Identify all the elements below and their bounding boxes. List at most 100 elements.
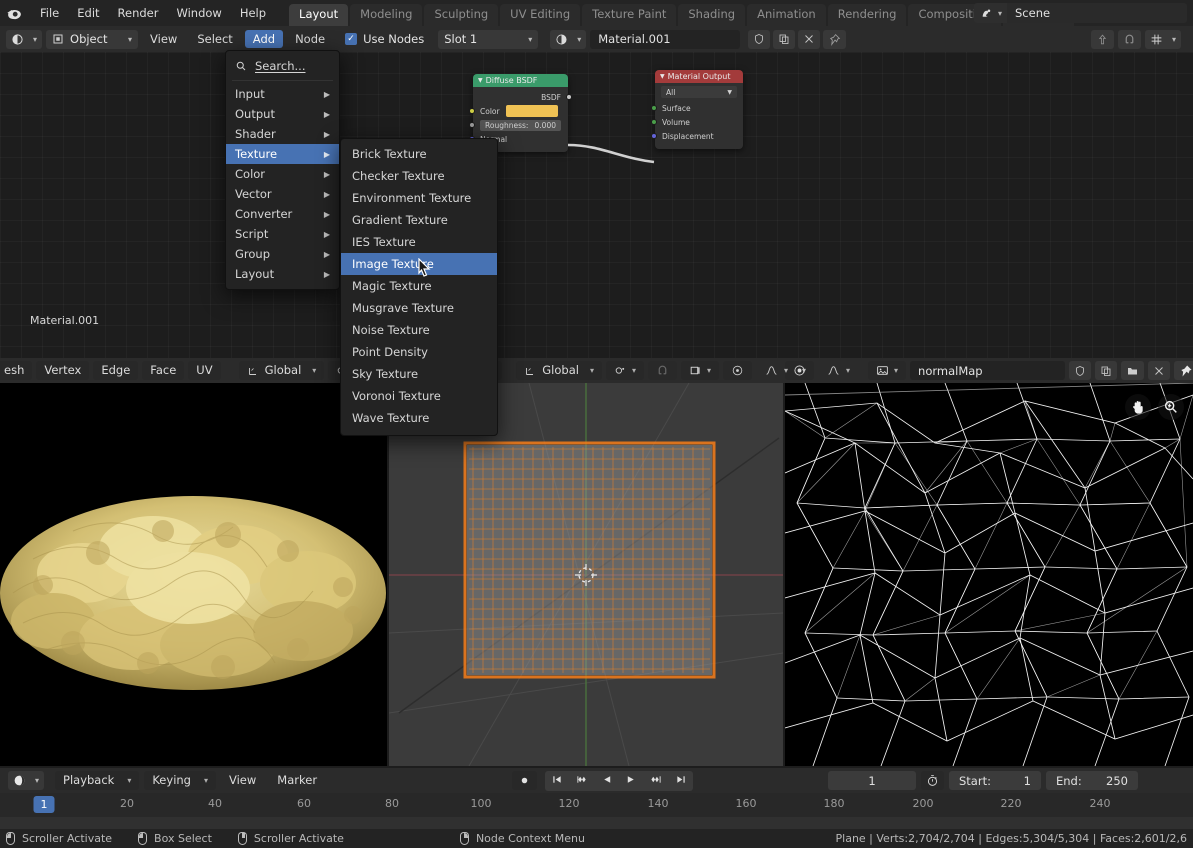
scene-name-field[interactable]: Scene	[1007, 3, 1187, 23]
socket-volume-in[interactable]	[651, 119, 657, 125]
socket-color-in[interactable]	[469, 108, 475, 114]
shader-type-combo[interactable]: Object ▾	[46, 29, 139, 49]
timeline-track-area[interactable]	[0, 817, 1193, 829]
material-browse-button[interactable]: ▾	[550, 29, 587, 49]
tab-shading[interactable]: Shading	[678, 4, 746, 26]
menu-window[interactable]: Window	[167, 4, 230, 22]
snap-grid-icon[interactable]: ▾	[1144, 29, 1181, 49]
submenu-item-gradient-texture[interactable]: Gradient Texture	[341, 209, 497, 231]
submenu-item-sky-texture[interactable]: Sky Texture	[341, 363, 497, 385]
submenu-item-brick-texture[interactable]: Brick Texture	[341, 143, 497, 165]
submenu-item-noise-texture[interactable]: Noise Texture	[341, 319, 497, 341]
add-menu-item-converter[interactable]: Converter ▶	[226, 204, 339, 224]
output-target-dropdown[interactable]: All ▼	[661, 86, 737, 98]
node-header-material-output[interactable]: ▼ Material Output	[655, 70, 743, 83]
timeline-editor-type[interactable]: ▾	[8, 771, 45, 790]
menu-render[interactable]: Render	[109, 4, 168, 22]
vpuv-shading-button[interactable]	[785, 361, 814, 380]
blender-logo-icon[interactable]	[6, 5, 23, 22]
node-input-surface[interactable]: Surface	[651, 101, 743, 115]
vp3d-select-edge[interactable]: Edge	[93, 361, 139, 380]
vpuv-image-browse-button[interactable]: ▾	[868, 361, 907, 380]
stopwatch-icon[interactable]	[921, 771, 944, 790]
roughness-value-field[interactable]: Roughness: 0.000	[480, 119, 561, 131]
vp3d-mode-button[interactable]: esh	[0, 361, 33, 380]
next-keyframe-icon[interactable]	[643, 771, 669, 791]
socket-displacement-in[interactable]	[651, 133, 657, 139]
vp3d-select-face[interactable]: Face	[142, 361, 185, 380]
vpedit-pivot-button[interactable]: ▾	[605, 361, 644, 380]
socket-bsdf-out[interactable]	[566, 94, 572, 100]
add-menu-item-layout[interactable]: Layout ▶	[226, 264, 339, 284]
submenu-item-voronoi-texture[interactable]: Voronoi Texture	[341, 385, 497, 407]
submenu-item-wave-texture[interactable]: Wave Texture	[341, 407, 497, 429]
tab-animation[interactable]: Animation	[747, 4, 826, 26]
start-frame-field[interactable]: Start: 1	[949, 771, 1041, 790]
add-menu-item-color[interactable]: Color ▶	[226, 164, 339, 184]
node-input-displacement[interactable]: Displacement	[651, 129, 743, 143]
edit-mode-viewport[interactable]	[389, 383, 783, 766]
copy-icon[interactable]	[773, 29, 796, 49]
node-menu-view[interactable]: View	[142, 30, 185, 48]
texture-submenu[interactable]: Brick Texture Checker Texture Environmen…	[340, 138, 498, 436]
vpedit-orientation-combo[interactable]: Global ▾	[516, 361, 602, 380]
hand-pan-icon[interactable]	[1125, 394, 1151, 420]
timeline-menu-keying[interactable]: Keying ▾	[144, 771, 216, 790]
add-menu[interactable]: Search... Input ▶ Output ▶ Shader ▶ Texture…	[225, 50, 340, 290]
tab-sculpting[interactable]: Sculpting	[424, 4, 499, 26]
add-menu-item-vector[interactable]: Vector ▶	[226, 184, 339, 204]
use-nodes-toggle[interactable]: ✓ Use Nodes	[345, 32, 424, 46]
submenu-item-checker-texture[interactable]: Checker Texture	[341, 165, 497, 187]
vpedit-proportional-toggle[interactable]	[723, 361, 752, 380]
vpuv-falloff-combo[interactable]: ▾	[818, 361, 858, 380]
tab-texture-paint[interactable]: Texture Paint	[582, 4, 677, 26]
add-menu-item-shader[interactable]: Shader ▶	[226, 124, 339, 144]
copy-icon[interactable]	[1095, 361, 1118, 380]
node-input-color[interactable]: Color	[469, 104, 568, 118]
arrow-up-icon[interactable]	[1090, 29, 1114, 49]
timeline-menu-playback[interactable]: Playback ▾	[55, 771, 140, 790]
add-menu-search[interactable]: Search...	[226, 55, 339, 77]
editor-type-selector[interactable]: ▾	[6, 29, 43, 49]
current-frame-field[interactable]: 1	[828, 771, 916, 790]
timeline-ruler[interactable]: 1 20 40 60 80 100 120 140 160 180 200 22…	[0, 793, 1193, 817]
timeline-menu-view[interactable]: View	[221, 771, 264, 790]
vp3d-select-vertex[interactable]: Vertex	[36, 361, 90, 380]
node-input-roughness[interactable]: Roughness: 0.000	[469, 118, 568, 132]
shield-icon[interactable]	[748, 29, 771, 49]
shader-node-canvas[interactable]: ▼ Diffuse BSDF BSDF Color Roughness: 0.0…	[0, 52, 1193, 358]
jump-start-icon[interactable]	[545, 771, 569, 791]
submenu-item-point-density[interactable]: Point Density	[341, 341, 497, 363]
rendered-viewport[interactable]: Rendering Done	[0, 383, 387, 766]
magnet-icon[interactable]	[1117, 29, 1141, 49]
socket-roughness-in[interactable]	[469, 122, 475, 128]
play-icon[interactable]	[619, 771, 643, 791]
submenu-item-environment-texture[interactable]: Environment Texture	[341, 187, 497, 209]
vpedit-snap-mode-combo[interactable]: ▾	[680, 361, 719, 380]
collapse-arrow-icon[interactable]: ▼	[478, 77, 483, 84]
tab-modeling[interactable]: Modeling	[350, 4, 423, 26]
tab-rendering[interactable]: Rendering	[827, 4, 907, 26]
add-menu-item-group[interactable]: Group ▶	[226, 244, 339, 264]
tab-uv-editing[interactable]: UV Editing	[500, 4, 581, 26]
add-menu-item-input[interactable]: Input ▶	[226, 84, 339, 104]
collapse-arrow-icon[interactable]: ▼	[660, 73, 665, 80]
color-swatch[interactable]	[505, 105, 558, 117]
record-icon[interactable]	[512, 771, 537, 790]
zoom-in-icon[interactable]	[1158, 394, 1184, 420]
menu-edit[interactable]: Edit	[68, 4, 108, 22]
shield-icon[interactable]	[1069, 361, 1092, 380]
socket-surface-in[interactable]	[651, 105, 657, 111]
node-menu-select[interactable]: Select	[189, 30, 240, 48]
submenu-item-musgrave-texture[interactable]: Musgrave Texture	[341, 297, 497, 319]
jump-end-icon[interactable]	[669, 771, 693, 791]
vp3d-orientation-combo[interactable]: Global ▾	[238, 361, 325, 380]
chevron-down-icon[interactable]: ▾	[802, 366, 806, 375]
node-output-bsdf[interactable]: BSDF	[473, 90, 572, 104]
end-frame-field[interactable]: End: 250	[1046, 771, 1138, 790]
tab-layout[interactable]: Layout	[289, 4, 349, 26]
prev-keyframe-icon[interactable]	[569, 771, 595, 791]
uv-editor[interactable]	[785, 383, 1193, 766]
scene-icon[interactable]: ▾	[973, 3, 1007, 23]
node-menu-add[interactable]: Add	[244, 30, 284, 48]
